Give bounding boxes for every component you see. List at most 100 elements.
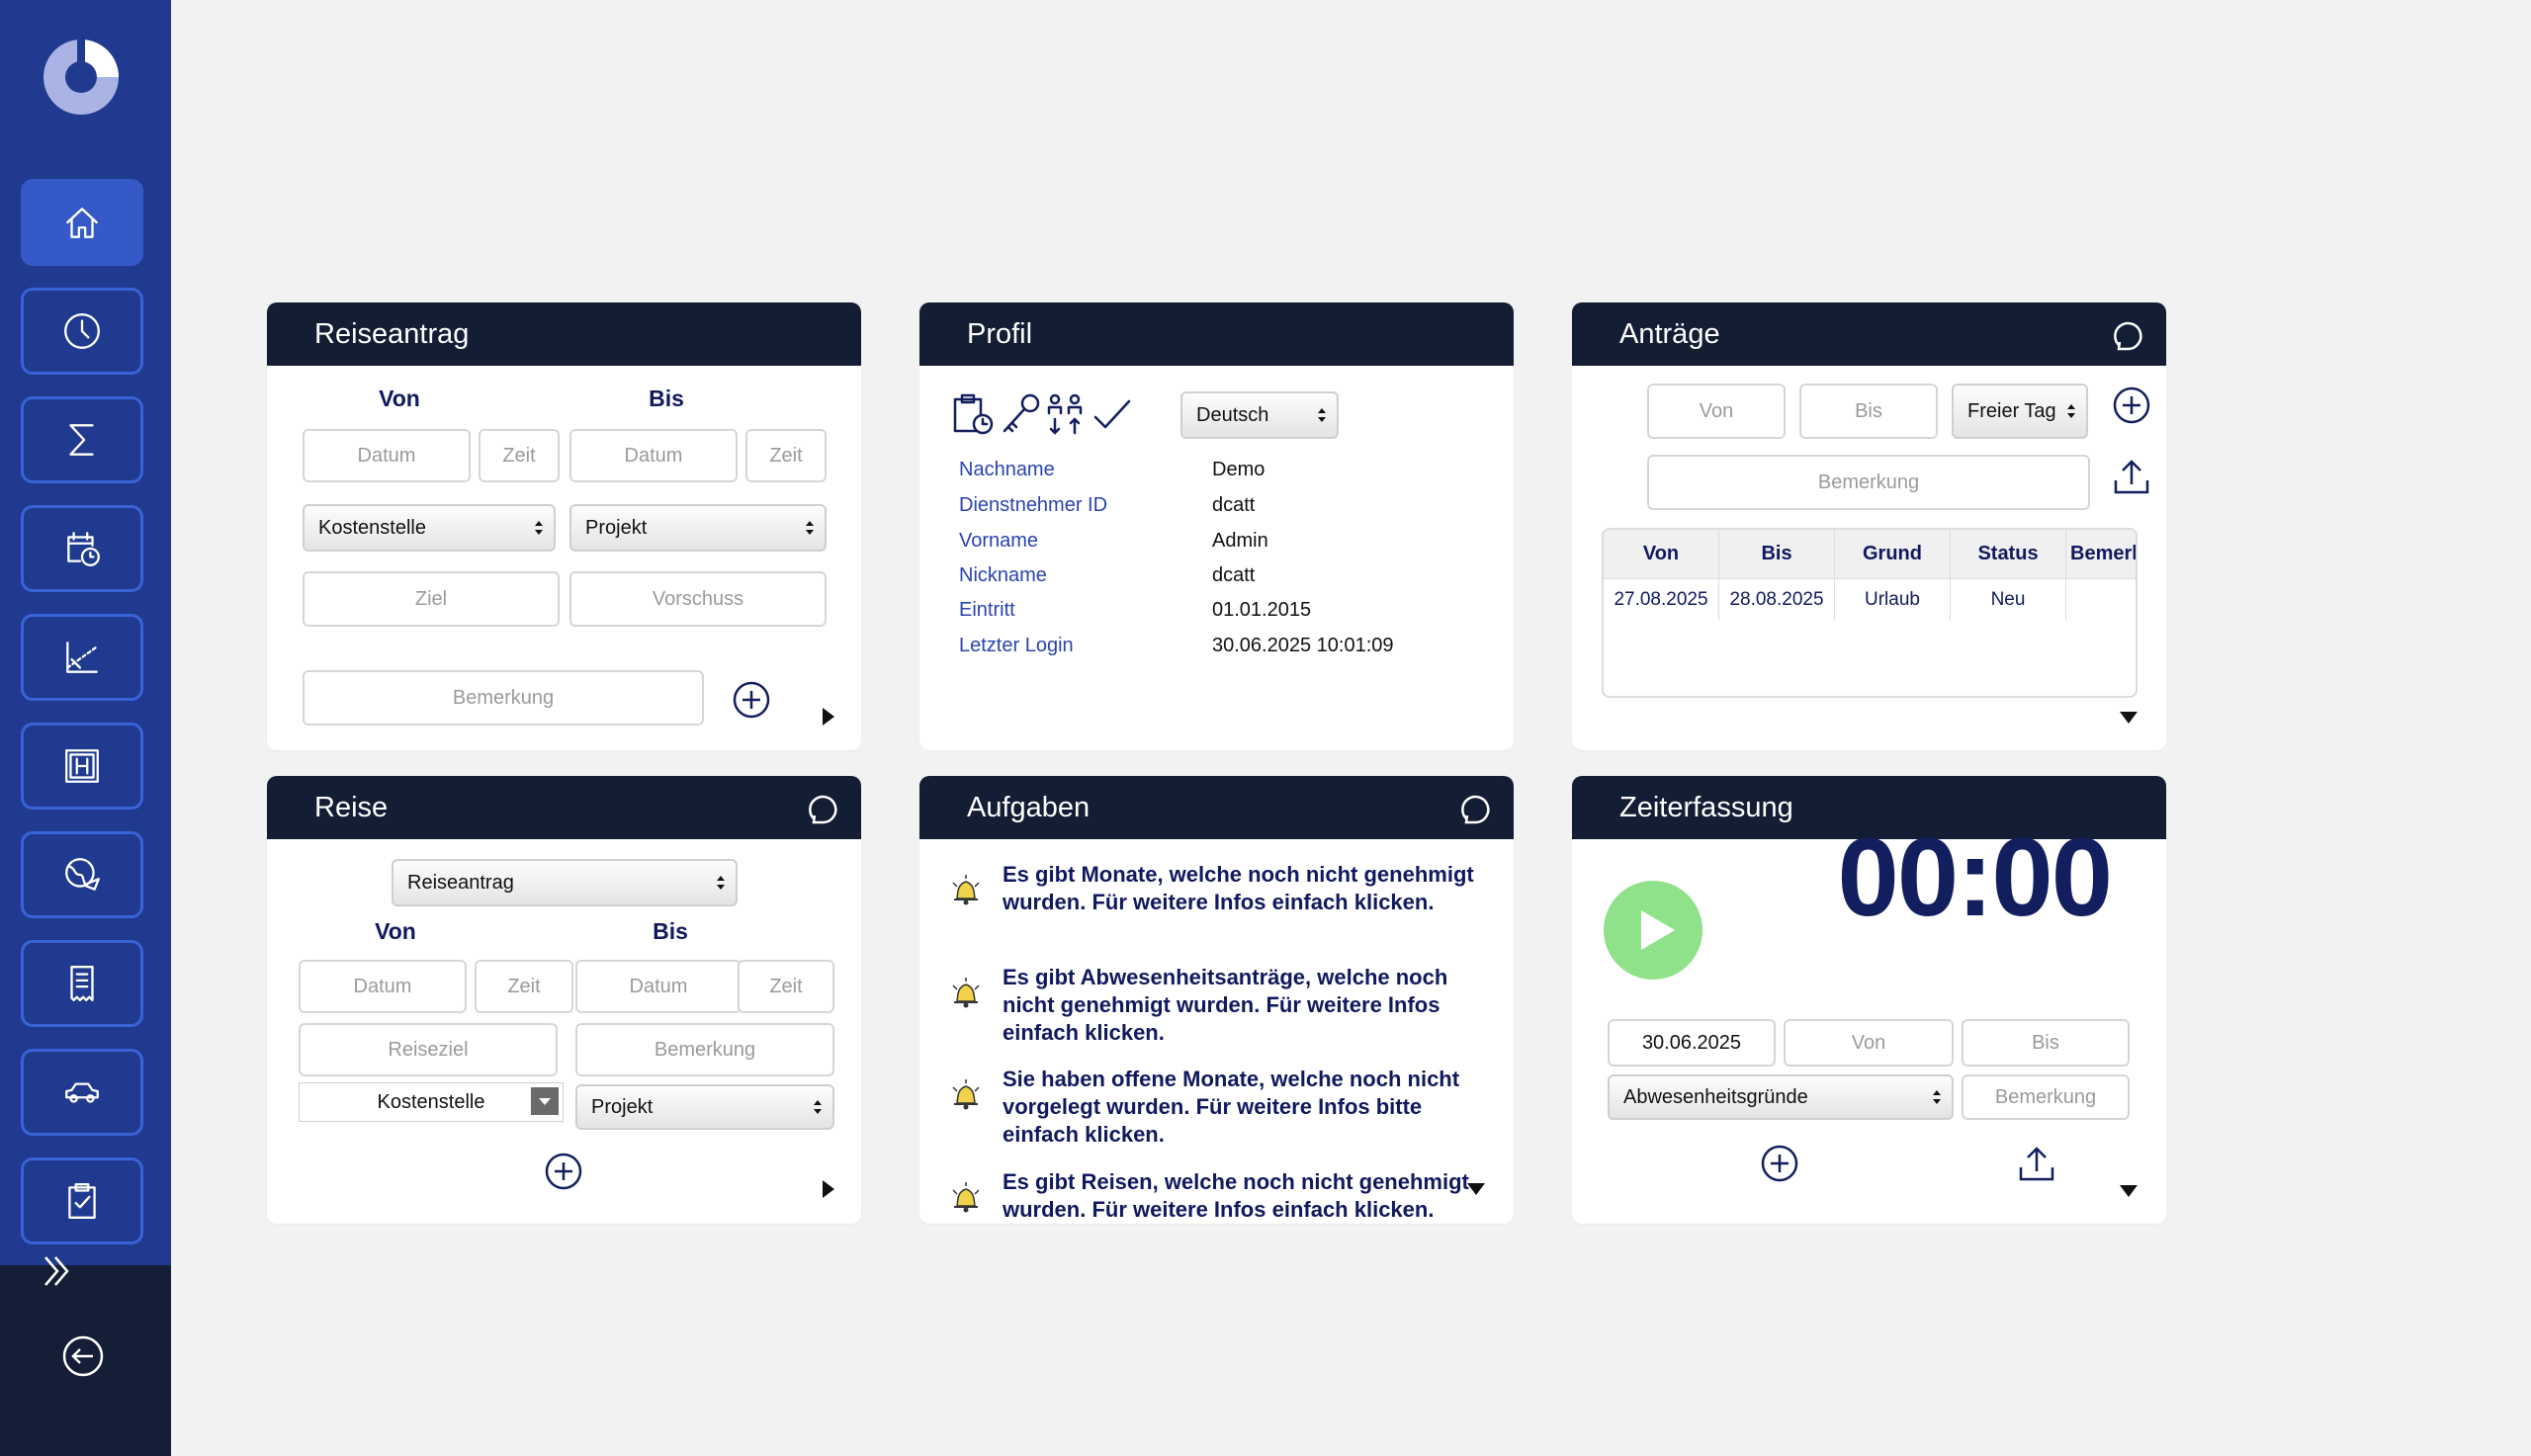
profil-card: Profil Deutsch Nachname Demo Dienstnehme… bbox=[919, 302, 1514, 750]
refresh-icon[interactable] bbox=[806, 792, 841, 827]
antraege-card: Anträge Von Bis Freier Tag Bemerkung Von… bbox=[1572, 302, 2166, 750]
profile-value: dcatt bbox=[1212, 494, 1256, 516]
language-value: Deutsch bbox=[1196, 403, 1269, 426]
card-title: Anträge bbox=[1572, 302, 2166, 366]
profile-actions-icons[interactable] bbox=[951, 391, 1139, 437]
ziel-input[interactable]: Ziel bbox=[303, 571, 560, 627]
bemerkung-input[interactable]: Bemerkung bbox=[575, 1023, 834, 1076]
app-logo[interactable] bbox=[40, 34, 123, 117]
add-icon[interactable] bbox=[544, 1152, 583, 1191]
bis-input[interactable]: Bis bbox=[1962, 1019, 2130, 1067]
nav-tasks[interactable] bbox=[21, 1157, 143, 1244]
bemerkung-input[interactable]: Bemerkung bbox=[1647, 455, 2090, 510]
next-arrow-icon[interactable] bbox=[823, 1180, 834, 1198]
kostenstelle-select[interactable]: Kostenstelle bbox=[299, 1082, 564, 1122]
bell-icon bbox=[952, 1079, 980, 1110]
refresh-icon[interactable] bbox=[1458, 792, 1494, 827]
table-cell bbox=[2066, 579, 2136, 621]
profile-key: Dienstnehmer ID bbox=[959, 494, 1108, 516]
add-icon[interactable] bbox=[1760, 1144, 1799, 1183]
bis-time-input[interactable]: Zeit bbox=[738, 960, 834, 1013]
car-icon bbox=[65, 1082, 99, 1103]
aufgaben-card: Aufgaben Es gibt Monate, welche noch nic… bbox=[919, 776, 1514, 1224]
reiseziel-input[interactable]: Reiseziel bbox=[299, 1023, 558, 1076]
kostenstelle-select[interactable]: Kostenstelle bbox=[303, 504, 556, 552]
column-header[interactable]: Bemerkung bbox=[2066, 530, 2136, 579]
nav-home[interactable] bbox=[21, 179, 143, 266]
refresh-icon[interactable] bbox=[2111, 318, 2146, 354]
nav-hotel[interactable] bbox=[21, 723, 143, 810]
projekt-value: Projekt bbox=[585, 516, 648, 539]
table-row[interactable]: 27.08.2025 28.08.2025 Urlaub Neu bbox=[1604, 579, 2136, 629]
projekt-select[interactable]: Projekt bbox=[575, 1084, 834, 1130]
nav-sum[interactable] bbox=[21, 396, 143, 483]
bis-time-input[interactable]: Zeit bbox=[745, 429, 827, 482]
date-input[interactable]: 30.06.2025 bbox=[1608, 1019, 1776, 1067]
select-arrows-icon bbox=[535, 521, 543, 535]
expand-arrow-icon[interactable] bbox=[2120, 712, 2138, 724]
expand-arrow-icon[interactable] bbox=[2120, 1185, 2138, 1197]
bemerkung-input[interactable]: Bemerkung bbox=[1962, 1074, 2130, 1120]
nav-calendar[interactable] bbox=[21, 505, 143, 592]
von-time-input[interactable]: Zeit bbox=[479, 429, 560, 482]
nav-expenses[interactable] bbox=[21, 940, 143, 1027]
nav-vehicle[interactable] bbox=[21, 1049, 143, 1136]
hotel-icon bbox=[65, 749, 99, 783]
table-header: Von Bis Grund Status Bemerkung bbox=[1604, 530, 2136, 579]
scroll-down-icon[interactable] bbox=[1467, 1183, 1485, 1195]
play-icon[interactable] bbox=[1604, 881, 1702, 980]
task-text: Es gibt Reisen, welche noch nicht genehm… bbox=[1003, 1169, 1469, 1222]
column-header[interactable]: Bis bbox=[1719, 530, 1835, 579]
add-icon[interactable] bbox=[2112, 385, 2151, 425]
bis-date-input[interactable]: Datum bbox=[575, 960, 742, 1013]
logout-icon[interactable] bbox=[61, 1334, 105, 1378]
select-arrows-icon bbox=[1933, 1090, 1941, 1104]
column-header[interactable]: Status bbox=[1951, 530, 2066, 579]
upload-icon[interactable] bbox=[2017, 1144, 2056, 1183]
bell-icon bbox=[952, 875, 980, 905]
task-text: Es gibt Monate, welche noch nicht genehm… bbox=[1003, 862, 1474, 914]
profile-value: 01.01.2015 bbox=[1212, 599, 1312, 621]
profile-value: dcatt bbox=[1212, 564, 1256, 586]
bell-icon bbox=[952, 978, 980, 1008]
select-arrows-icon bbox=[1318, 408, 1326, 422]
task-item[interactable]: Es gibt Abwesenheitsanträge, welche noch… bbox=[949, 964, 1503, 1047]
table-cell: Urlaub bbox=[1835, 579, 1951, 621]
task-item[interactable]: Es gibt Monate, welche noch nicht genehm… bbox=[949, 861, 1503, 916]
von-date-input[interactable]: Datum bbox=[299, 960, 467, 1013]
von-input[interactable]: Von bbox=[1647, 384, 1786, 439]
reiseantrag-select[interactable]: Reiseantrag bbox=[392, 859, 738, 906]
card-title: Reiseantrag bbox=[267, 302, 861, 366]
card-title: Reise bbox=[267, 776, 861, 839]
bis-date-input[interactable]: Datum bbox=[569, 429, 738, 482]
von-date-input[interactable]: Datum bbox=[303, 429, 471, 482]
projekt-select[interactable]: Projekt bbox=[569, 504, 827, 552]
bis-label: Bis bbox=[653, 918, 688, 944]
next-arrow-icon[interactable] bbox=[823, 708, 834, 726]
profile-key: Vorname bbox=[959, 530, 1039, 552]
von-time-input[interactable]: Zeit bbox=[475, 960, 573, 1013]
card-title: Profil bbox=[919, 302, 1514, 366]
card-title: Aufgaben bbox=[919, 776, 1514, 839]
language-select[interactable]: Deutsch bbox=[1180, 391, 1339, 439]
profile-key: Nickname bbox=[959, 564, 1047, 586]
bis-input[interactable]: Bis bbox=[1799, 384, 1938, 439]
add-icon[interactable] bbox=[732, 680, 771, 720]
nav-time[interactable] bbox=[21, 288, 143, 375]
nav-statistics[interactable] bbox=[21, 614, 143, 701]
upload-icon[interactable] bbox=[2112, 457, 2151, 496]
task-item[interactable]: Es gibt Reisen, welche noch nicht genehm… bbox=[949, 1168, 1503, 1224]
expand-sidebar-icon[interactable] bbox=[40, 1253, 75, 1289]
task-item[interactable]: Sie haben offene Monate, welche noch nic… bbox=[949, 1066, 1503, 1149]
timer-display: 00:00 bbox=[1837, 815, 2113, 939]
antrag-type-select[interactable]: Freier Tag bbox=[1952, 384, 2088, 439]
column-header[interactable]: Grund bbox=[1835, 530, 1951, 579]
nav-travel[interactable] bbox=[21, 831, 143, 918]
vorschuss-input[interactable]: Vorschuss bbox=[569, 571, 827, 627]
von-input[interactable]: Von bbox=[1784, 1019, 1954, 1067]
bemerkung-input[interactable]: Bemerkung bbox=[303, 670, 704, 726]
column-header[interactable]: Von bbox=[1604, 530, 1719, 579]
abwesenheit-select[interactable]: Abwesenheitsgründe bbox=[1608, 1074, 1954, 1120]
profile-value: Admin bbox=[1212, 530, 1268, 552]
select-arrows-icon bbox=[2067, 404, 2075, 418]
